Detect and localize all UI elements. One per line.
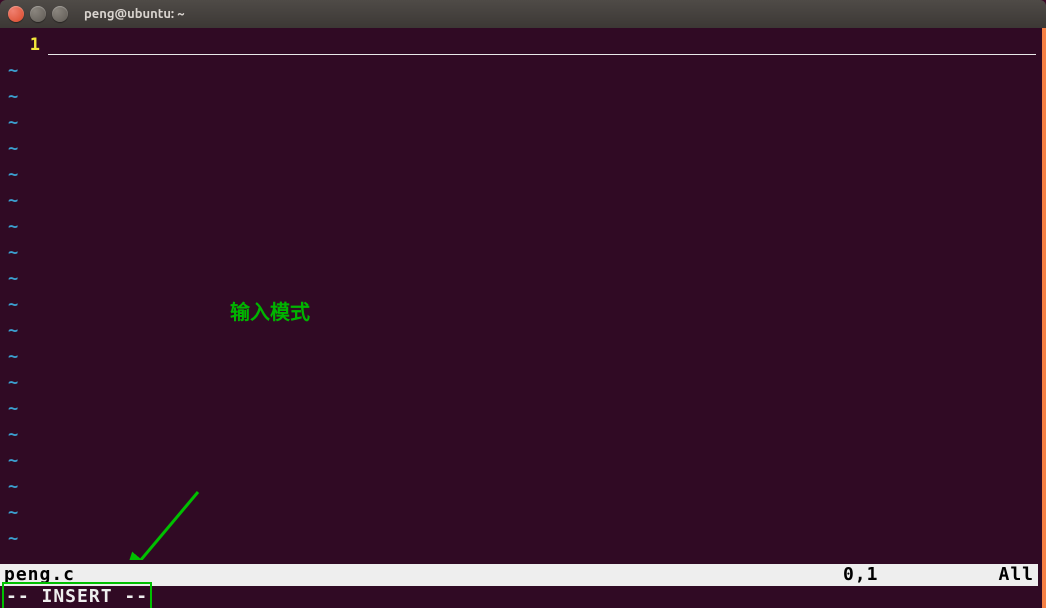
vim-statusline: peng.c 0,1 All xyxy=(0,564,1038,586)
close-icon[interactable] xyxy=(8,6,24,22)
cursor-line-underline xyxy=(48,54,1036,55)
empty-line-tilde: ~ xyxy=(6,214,1036,240)
line-content[interactable] xyxy=(48,32,1036,58)
window-title: peng@ubuntu: ~ xyxy=(84,7,185,21)
annotation-label: 输入模式 xyxy=(230,300,310,326)
vim-editor-area[interactable]: 1 ~~~~~~~~~~~~~~~~~~~ 输入模式 xyxy=(6,32,1036,560)
window-titlebar: peng@ubuntu: ~ xyxy=(0,0,1046,28)
editor-line: 1 xyxy=(6,32,1036,58)
line-number: 1 xyxy=(6,32,48,58)
maximize-icon[interactable] xyxy=(52,6,68,22)
empty-line-tilde: ~ xyxy=(6,110,1036,136)
terminal-body[interactable]: 1 ~~~~~~~~~~~~~~~~~~~ 输入模式 peng.c 0,1 xyxy=(0,28,1046,608)
terminal-window: peng@ubuntu: ~ 1 ~~~~~~~~~~~~~~~~~~~ 输入模… xyxy=(0,0,1046,608)
empty-line-tilde: ~ xyxy=(6,292,1036,318)
empty-line-tilde: ~ xyxy=(6,58,1036,84)
empty-line-tilde: ~ xyxy=(6,344,1036,370)
vim-modeline: -- INSERT -- xyxy=(0,586,1038,608)
status-position: 0,1 xyxy=(843,562,879,588)
empty-line-tilde: ~ xyxy=(6,240,1036,266)
empty-line-tilde: ~ xyxy=(6,84,1036,110)
empty-line-tilde: ~ xyxy=(6,500,1036,526)
minimize-icon[interactable] xyxy=(30,6,46,22)
empty-line-tilde: ~ xyxy=(6,162,1036,188)
mode-indicator: -- INSERT -- xyxy=(2,582,152,608)
empty-line-tilde: ~ xyxy=(6,266,1036,292)
empty-line-tilde: ~ xyxy=(6,526,1036,552)
empty-line-tilde: ~ xyxy=(6,370,1036,396)
status-scroll: All xyxy=(998,562,1034,588)
empty-line-tilde: ~ xyxy=(6,422,1036,448)
empty-line-tilde: ~ xyxy=(6,136,1036,162)
empty-line-tilde: ~ xyxy=(6,188,1036,214)
empty-line-tilde: ~ xyxy=(6,396,1036,422)
empty-line-tilde: ~ xyxy=(6,474,1036,500)
empty-line-tilde: ~ xyxy=(6,318,1036,344)
empty-line-tilde: ~ xyxy=(6,448,1036,474)
